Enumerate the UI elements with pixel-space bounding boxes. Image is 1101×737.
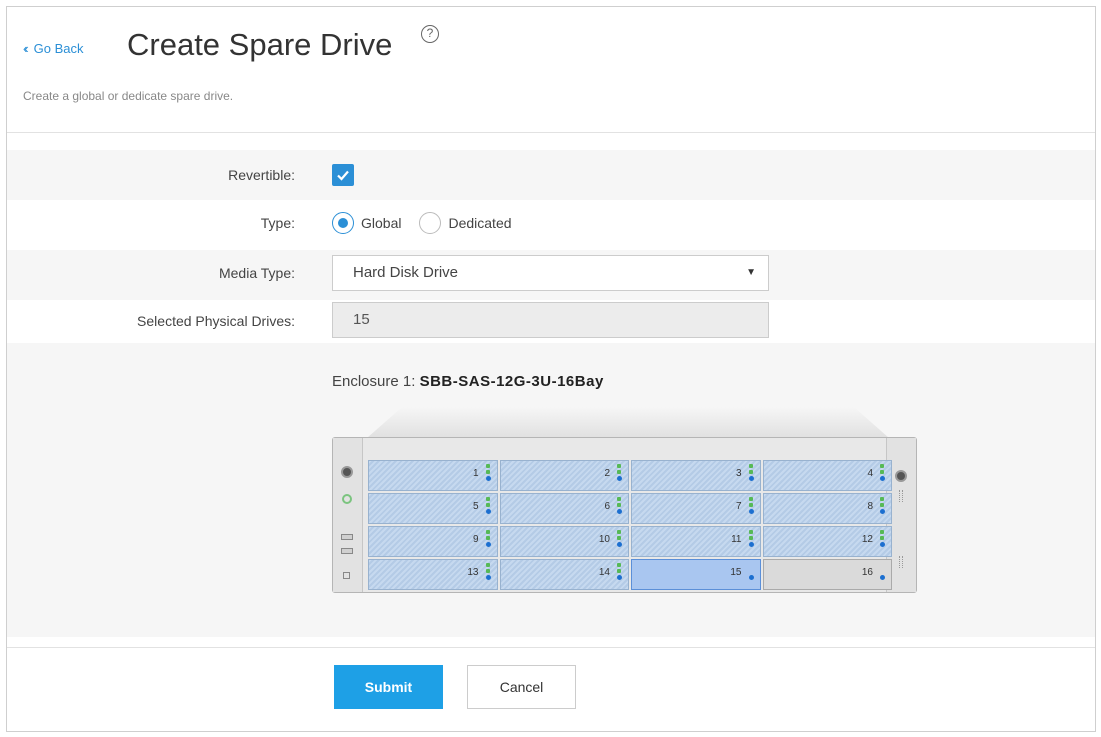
vent-icon	[899, 490, 903, 502]
drive-bay-number: 10	[598, 534, 610, 545]
drive-led-icon	[617, 464, 624, 481]
drive-led-icon	[617, 530, 624, 547]
selected-drives-value: 15	[353, 311, 370, 328]
drive-led-icon	[748, 497, 756, 514]
go-back-label: Go Back	[33, 41, 84, 56]
drive-led-icon	[617, 497, 624, 514]
usb-port-icon	[341, 548, 353, 554]
id-button-icon	[343, 572, 350, 579]
drive-bay-number: 12	[861, 534, 873, 545]
drive-led-icon	[748, 563, 756, 580]
drive-bay-number: 5	[472, 501, 479, 512]
drive-bay-number: 16	[861, 567, 873, 578]
drive-bay[interactable]: 3	[631, 460, 761, 491]
drive-bay[interactable]: 4	[762, 460, 892, 491]
go-back-link[interactable]: ‹‹ Go Back	[23, 41, 84, 56]
drive-bay-number: 6	[604, 501, 610, 512]
latch-knob-icon	[895, 470, 907, 482]
enclosure-title: Enclosure 1: SBB-SAS-12G-3U-16Bay	[332, 373, 604, 390]
media-type-value: Hard Disk Drive	[353, 264, 459, 281]
drive-led-icon	[748, 464, 756, 481]
checkmark-icon	[337, 170, 349, 181]
drive-bay-number: 4	[867, 468, 873, 479]
drive-bay[interactable]: 16	[762, 559, 892, 590]
drive-bay-grid: 1 2 3 4 5 6 7 8 9 10 11 12 13 14 15 16	[368, 460, 892, 590]
submit-button[interactable]: Submit	[334, 665, 443, 709]
drive-bay-number: 15	[730, 567, 742, 578]
drive-bay[interactable]: 10	[499, 526, 629, 557]
chassis-left-ear	[333, 438, 363, 592]
revertible-label: Revertible:	[228, 167, 295, 183]
drive-bay[interactable]: 8	[762, 493, 892, 524]
revertible-row: Revertible:	[7, 150, 1095, 200]
divider	[7, 132, 1095, 133]
double-chevron-left-icon: ‹‹	[23, 41, 28, 56]
enclosure-chassis: 1 2 3 4 5 6 7 8 9 10 11 12 13 14 15 16	[332, 437, 917, 593]
drive-bay-number: 8	[867, 501, 873, 512]
drive-led-icon	[880, 464, 887, 481]
create-spare-drive-panel: ‹‹ Go Back Create Spare Drive ? Create a…	[6, 6, 1096, 732]
drive-bay-number: 13	[467, 567, 479, 578]
divider	[7, 647, 1095, 648]
media-type-label: Media Type:	[218, 265, 295, 281]
drive-bay-number: 7	[735, 501, 742, 512]
drive-led-icon	[485, 497, 493, 514]
power-knob-icon	[341, 466, 353, 478]
drive-bay[interactable]: 14	[499, 559, 629, 590]
radio-dedicated[interactable]	[419, 212, 442, 234]
drive-led-icon	[880, 497, 887, 514]
drive-bay-number: 3	[735, 468, 742, 479]
drive-led-icon	[485, 530, 493, 547]
radio-dedicated-label: Dedicated	[448, 215, 512, 231]
drive-bay[interactable]: 6	[499, 493, 629, 524]
page-subtitle: Create a global or dedicate spare drive.	[23, 89, 234, 103]
drive-bay-number: 11	[731, 534, 742, 545]
type-radio-group: Global Dedicated	[332, 212, 530, 234]
drive-bay[interactable]: 13	[368, 559, 498, 590]
drive-bay-number: 2	[604, 468, 610, 479]
media-type-row: Media Type: Hard Disk Drive ▼	[7, 250, 1095, 300]
drive-bay[interactable]: 2	[499, 460, 629, 491]
selected-drives-field: 15	[332, 302, 769, 338]
drive-bay[interactable]: 5	[368, 493, 498, 524]
usb-port-icon	[341, 534, 353, 540]
drive-led-icon	[880, 530, 887, 547]
drive-bay[interactable]: 15	[631, 559, 761, 590]
drive-bay-number: 14	[598, 567, 610, 578]
revertible-checkbox[interactable]	[332, 164, 354, 186]
drive-bay[interactable]: 9	[368, 526, 498, 557]
drive-led-icon	[485, 563, 493, 580]
drive-bay[interactable]: 12	[762, 526, 892, 557]
status-led-icon	[342, 494, 352, 504]
drive-led-icon	[748, 530, 756, 547]
cancel-button[interactable]: Cancel	[467, 665, 576, 709]
help-icon[interactable]: ?	[421, 25, 439, 43]
drive-bay-number: 1	[472, 468, 479, 479]
page-title: Create Spare Drive	[127, 27, 393, 62]
drive-led-icon	[485, 464, 493, 481]
selected-drives-label: Selected Physical Drives:	[137, 313, 295, 329]
radio-global-label: Global	[361, 215, 402, 231]
type-row: Type: Global Dedicated	[7, 200, 1095, 250]
enclosure-model: SBB-SAS-12G-3U-16Bay	[419, 373, 604, 390]
media-type-select[interactable]: Hard Disk Drive ▼	[332, 255, 769, 291]
caret-down-icon: ▼	[746, 267, 756, 278]
drive-bay[interactable]: 7	[631, 493, 761, 524]
drive-bay[interactable]: 1	[368, 460, 498, 491]
drive-led-icon	[880, 563, 887, 580]
type-label: Type:	[260, 215, 295, 231]
drive-bay[interactable]: 11	[631, 526, 761, 557]
drive-led-icon	[617, 563, 624, 580]
enclosure-label: Enclosure 1:	[332, 373, 416, 390]
vent-icon	[899, 556, 903, 568]
drive-bay-number: 9	[472, 534, 479, 545]
radio-global[interactable]	[332, 212, 354, 234]
page-header: ‹‹ Go Back Create Spare Drive ? Create a…	[7, 7, 1095, 132]
